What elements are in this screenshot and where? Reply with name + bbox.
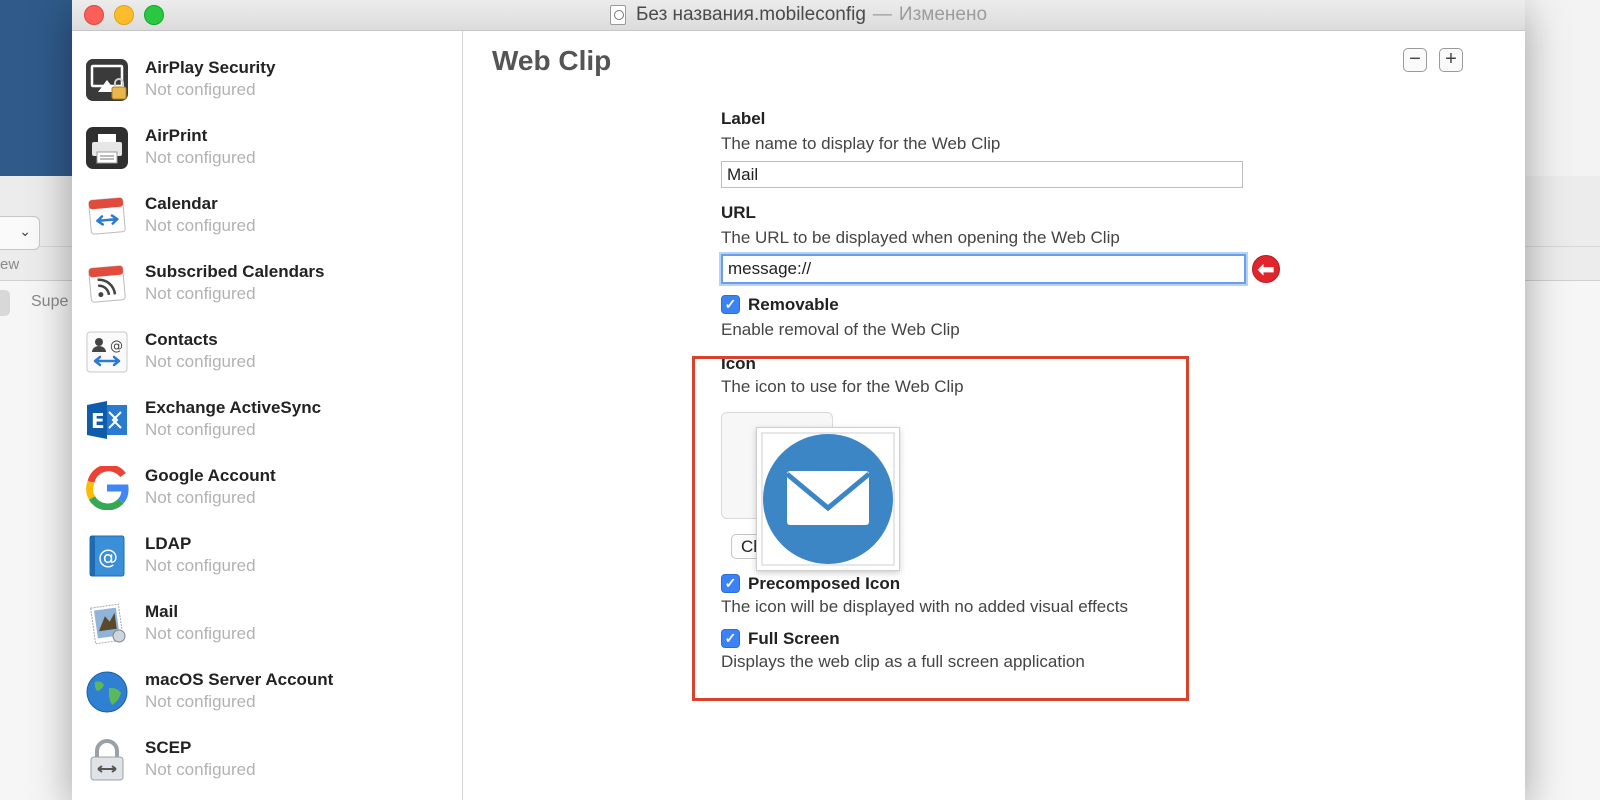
sidebar-item-status: Not configured [145, 760, 256, 779]
sidebar-item-label: Exchange ActiveSync [145, 398, 322, 417]
profile-editor-window: Без названия.mobileconfig — Изменено Air… [72, 0, 1525, 800]
sidebar-item-label: Google Account [145, 466, 276, 485]
sidebar-item-status: Not configured [145, 284, 256, 303]
sidebar-item-status: Not configured [145, 692, 256, 711]
payload-sidebar: AirPlay Security Not configured AirPrint… [72, 31, 463, 800]
sidebar-item-label: AirPlay Security [145, 58, 276, 77]
background-tab-label: Supe [31, 293, 69, 310]
window-title-status: Изменено [898, 4, 988, 25]
sidebar-item-partial[interactable] [72, 31, 462, 35]
add-payload-button[interactable]: + [1439, 48, 1463, 72]
sidebar-item-label: Contacts [145, 330, 218, 349]
removable-checkbox[interactable]: ✓ [721, 295, 740, 314]
sidebar-item-status: Not configured [145, 556, 256, 575]
url-field-description: The URL to be displayed when opening the… [721, 228, 1120, 247]
window-title: Без названия.mobileconfig — Изменено [72, 0, 1525, 30]
sidebar-item-status: Not configured [145, 488, 256, 507]
sidebar-item-airplay-security[interactable]: AirPlay Security Not configured [72, 58, 462, 126]
calendar-icon [88, 197, 126, 235]
remove-payload-button[interactable]: − [1403, 48, 1427, 72]
sidebar-item-ldap[interactable]: @ LDAP Not configured [72, 534, 462, 602]
background-button[interactable] [0, 290, 10, 316]
sidebar-item-label: LDAP [145, 534, 192, 553]
sidebar-item-label: Subscribed Calendars [145, 262, 325, 281]
url-input[interactable] [721, 254, 1246, 284]
exchange-icon: E [87, 401, 127, 439]
sidebar-item-mail[interactable]: Mail Not configured [72, 602, 462, 670]
document-icon [609, 5, 626, 25]
sidebar-item-subscribed-calendars[interactable]: Subscribed Calendars Not configured [72, 262, 462, 330]
removable-description: Enable removal of the Web Clip [721, 320, 960, 339]
ldap-icon: @ [89, 535, 125, 577]
sidebar-item-scep[interactable]: SCEP Not configured [72, 738, 462, 800]
lock-icon [90, 739, 124, 781]
svg-text:@: @ [98, 545, 118, 569]
sidebar-item-exchange-activesync[interactable]: E Exchange ActiveSync Not configured [72, 398, 462, 466]
sidebar-item-status: Not configured [145, 352, 256, 371]
mail-stamp-icon [90, 603, 126, 645]
sidebar-item-label: macOS Server Account [145, 670, 334, 689]
sidebar-item-label: Calendar [145, 194, 218, 213]
sidebar-item-macos-server-account[interactable]: macOS Server Account Not configured [72, 670, 462, 738]
google-icon [86, 466, 129, 510]
background-view-label: ew [0, 256, 20, 273]
label-field-title: Label [721, 109, 766, 128]
globe-icon [86, 671, 128, 713]
highlight-annotation-box [692, 356, 1189, 701]
removable-label: Removable [748, 295, 839, 314]
sidebar-item-label: AirPrint [145, 126, 208, 145]
svg-text:E: E [91, 409, 105, 433]
window-title-separator: — [872, 4, 892, 25]
airplay-security-icon [86, 59, 128, 101]
background-popup-button[interactable]: ⌄ [0, 216, 40, 250]
title-bar: Без названия.mobileconfig — Изменено [72, 0, 1525, 31]
sidebar-item-status: Not configured [145, 148, 256, 167]
sidebar-item-contacts[interactable]: @ Contacts Not configured [72, 330, 462, 398]
subscribed-calendar-icon [88, 265, 126, 303]
page-title: Web Clip [492, 45, 612, 76]
sidebar-item-status: Not configured [145, 80, 256, 99]
contacts-icon: @ [86, 331, 128, 373]
sidebar-item-status: Not configured [145, 216, 256, 235]
sidebar-item-status: Not configured [145, 420, 256, 439]
sidebar-item-google-account[interactable]: Google Account Not configured [72, 466, 462, 534]
arrow-left-icon: ⬅ [1257, 258, 1275, 281]
sidebar-item-label: Mail [145, 602, 179, 621]
url-field-title: URL [721, 203, 756, 222]
sidebar-item-calendar[interactable]: Calendar Not configured [72, 194, 462, 262]
label-input[interactable] [721, 161, 1243, 188]
chevron-down-icon: ⌄ [19, 223, 31, 239]
sidebar-item-label: SCEP [145, 738, 192, 757]
printer-icon [86, 127, 128, 169]
svg-text:@: @ [110, 339, 123, 354]
remove-url-button[interactable]: ⬅ [1252, 255, 1280, 283]
sidebar-item-status: Not configured [145, 624, 256, 643]
sidebar-item-airprint[interactable]: AirPrint Not configured [72, 126, 462, 194]
label-field-description: The name to display for the Web Clip [721, 134, 1001, 153]
window-title-text: Без названия.mobileconfig [635, 4, 866, 25]
